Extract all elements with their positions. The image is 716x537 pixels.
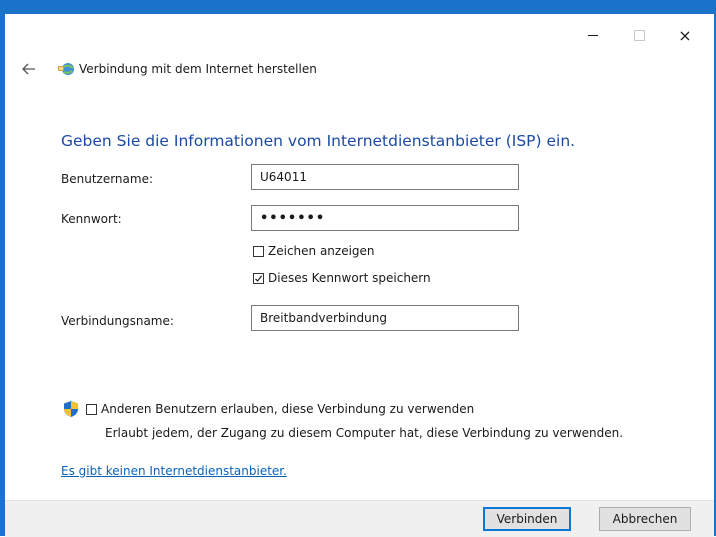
password-field[interactable]: •••••••: [251, 205, 519, 231]
save-password-checkbox[interactable]: [253, 272, 264, 284]
window-top-border: [0, 0, 716, 14]
back-button[interactable]: [19, 60, 39, 78]
page-instruction: Geben Sie die Informationen vom Internet…: [61, 132, 576, 150]
allow-others-checkbox-row[interactable]: Anderen Benutzern erlauben, diese Verbin…: [86, 402, 474, 416]
dialog-title: Verbindung mit dem Internet herstellen: [79, 62, 317, 76]
show-chars-checkbox[interactable]: [253, 245, 264, 257]
network-globe-icon: [58, 63, 74, 75]
cancel-button[interactable]: Abbrechen: [599, 507, 691, 531]
checkmark-icon: [255, 274, 263, 282]
allow-others-label: Anderen Benutzern erlauben, diese Verbin…: [101, 402, 475, 416]
connect-button[interactable]: Verbinden: [483, 507, 571, 531]
close-icon: ×: [678, 25, 692, 45]
close-button[interactable]: ×: [662, 22, 708, 48]
show-chars-label: Zeichen anzeigen: [268, 244, 375, 258]
allow-others-note: Erlaubt jedem, der Zugang zu diesem Comp…: [105, 426, 624, 440]
minimize-icon: [588, 34, 598, 36]
maximize-icon: [633, 29, 645, 41]
password-label: Kennwort:: [61, 212, 122, 226]
dialog-window: × Verbindung mit dem Internet herstellen…: [5, 14, 714, 537]
minimize-button[interactable]: [570, 22, 616, 48]
no-isp-link[interactable]: Es gibt keinen Internetdienstanbieter.: [61, 464, 287, 478]
connection-name-field[interactable]: Breitbandverbindung: [251, 305, 519, 331]
uac-shield-icon: [64, 401, 78, 417]
save-password-label: Dieses Kennwort speichern: [268, 271, 431, 285]
show-chars-checkbox-row[interactable]: Zeichen anzeigen: [253, 244, 375, 258]
username-field[interactable]: U64011: [251, 164, 519, 190]
dialog-footer: Verbinden Abbrechen: [5, 500, 714, 537]
connection-name-label: Verbindungsname:: [61, 314, 174, 328]
back-arrow-icon: [22, 63, 35, 75]
allow-others-checkbox[interactable]: [86, 403, 97, 415]
save-password-checkbox-row[interactable]: Dieses Kennwort speichern: [253, 271, 431, 285]
username-label: Benutzername:: [61, 172, 154, 186]
maximize-button[interactable]: [616, 22, 662, 48]
